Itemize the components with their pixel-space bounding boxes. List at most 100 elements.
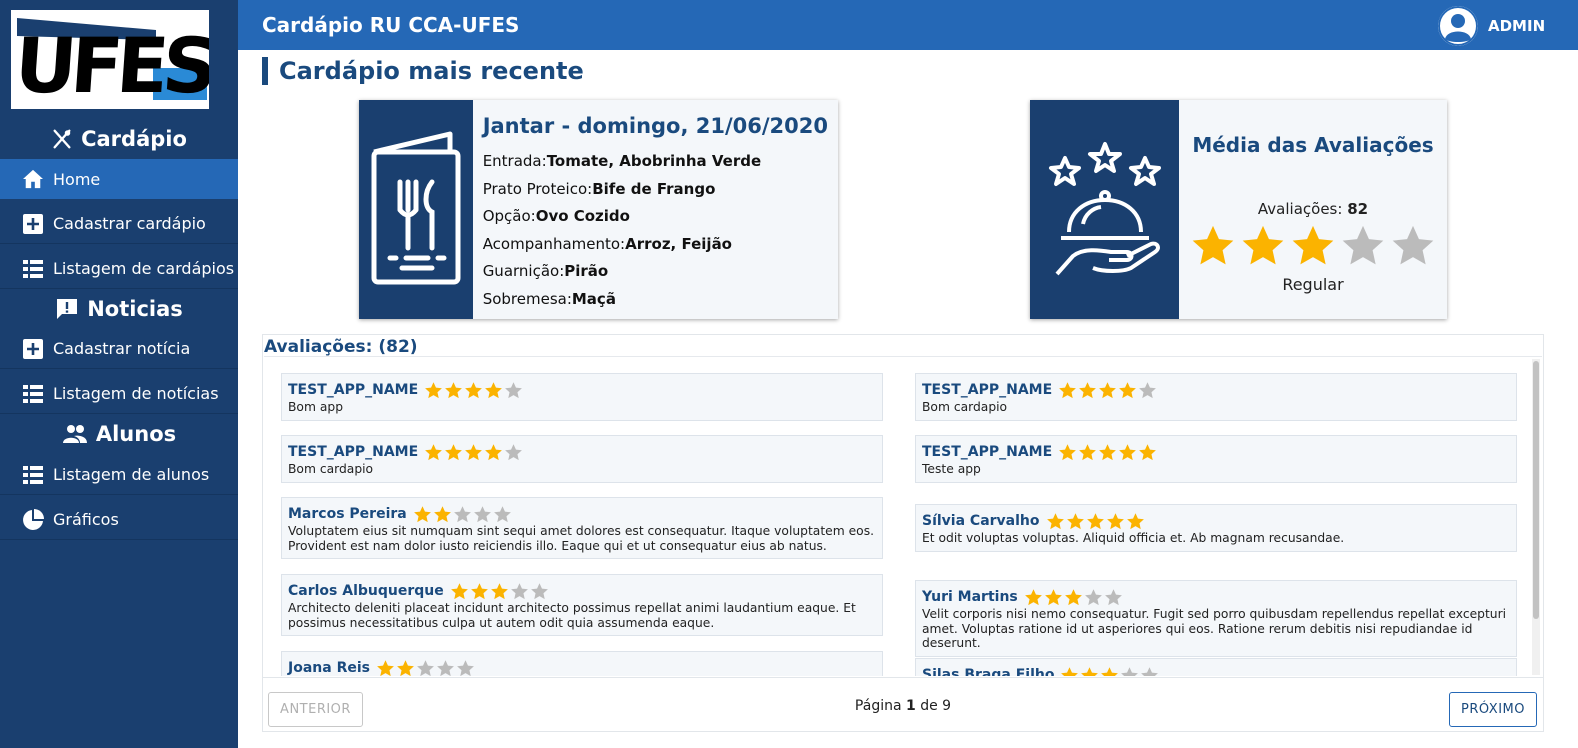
message-alert-icon xyxy=(57,299,78,319)
star-empty-icon xyxy=(417,659,434,676)
star-filled-icon xyxy=(1139,443,1157,460)
section-title: Cardápio xyxy=(81,127,187,151)
star-filled-icon xyxy=(1061,666,1079,676)
menu-line-opcao: Opção:Ovo Cozido xyxy=(483,203,828,231)
menu-info: Jantar - domingo, 21/06/2020 Entrada:Tom… xyxy=(473,100,838,319)
menu-line-entrada: Entrada:Tomate, Abobrinha Verde xyxy=(483,148,828,176)
sidebar-item-cadastrar-noticia[interactable]: Cadastrar notícia xyxy=(0,329,238,369)
review-author: Joana Reis xyxy=(288,660,370,676)
section-alunos: Alunos xyxy=(0,422,238,446)
topbar: Cardápio RU CCA-UFES ADMIN xyxy=(238,0,1578,50)
section-cardapio: Cardápio xyxy=(0,127,238,151)
star-filled-icon xyxy=(485,381,503,398)
star-filled-icon xyxy=(445,443,463,460)
star-filled-icon xyxy=(1242,225,1284,265)
star-filled-icon xyxy=(1064,588,1082,605)
star-filled-icon xyxy=(1126,512,1144,529)
review-card: TEST_APP_NAME Bom cardapio xyxy=(281,435,883,483)
served-dish-stars-icon xyxy=(1048,141,1161,275)
star-filled-icon xyxy=(1059,381,1077,398)
sidebar-item-listagem-alunos[interactable]: Listagem de alunos xyxy=(0,455,238,495)
star-empty-icon xyxy=(1392,225,1434,265)
star-filled-icon xyxy=(1046,512,1064,529)
review-card: TEST_APP_NAME Teste app xyxy=(915,435,1517,483)
total-pages: 9 xyxy=(942,698,952,714)
review-comment: Bom app xyxy=(288,400,343,414)
sidebar-item-graficos[interactable]: Gráficos xyxy=(0,500,238,540)
sidebar-item-cadastrar-cardapio[interactable]: Cadastrar cardápio xyxy=(0,204,238,244)
review-card: Sílvia Carvalho Et odit voluptas voluptas… xyxy=(915,504,1517,552)
rating-count: Avaliações: 82 xyxy=(1179,200,1447,218)
reviews-list[interactable]: TEST_APP_NAME Bom app TEST_APP_NAME Bom car… xyxy=(264,356,1542,676)
menu-label: Sobremesa: xyxy=(482,289,572,308)
star-filled-icon xyxy=(397,659,414,676)
star-filled-icon xyxy=(425,443,443,460)
star-empty-icon xyxy=(505,443,523,460)
star-filled-icon xyxy=(1079,381,1097,398)
star-empty-icon xyxy=(437,659,454,676)
star-empty-icon xyxy=(510,582,528,599)
reviews-scrollbar[interactable] xyxy=(1532,359,1540,675)
review-author: Carlos Albuquerque xyxy=(288,583,444,599)
user-name[interactable]: ADMIN xyxy=(1488,17,1545,35)
star-filled-icon xyxy=(450,582,468,599)
review-card: Carlos Albuquerque Architecto deleniti pl… xyxy=(281,574,883,636)
menu-line-sobremesa: Sobremesa:Maçã xyxy=(483,286,828,314)
ufes-logo[interactable]: UFES xyxy=(11,10,209,109)
review-stars xyxy=(1058,381,1157,400)
review-stars xyxy=(1060,666,1159,676)
review-author: TEST_APP_NAME xyxy=(288,382,419,398)
review-stars xyxy=(1058,443,1157,462)
star-filled-icon xyxy=(1024,588,1042,605)
star-empty-icon xyxy=(1342,225,1384,265)
logo-icon: UFES xyxy=(11,10,209,109)
menu-label: Entrada: xyxy=(482,152,547,170)
menu-label: Prato Proteico: xyxy=(482,179,593,198)
review-header: Yuri Martins xyxy=(922,587,1510,607)
rating-count-label: Avaliações: xyxy=(1257,200,1343,218)
sidebar-item-home[interactable]: Home xyxy=(0,159,238,199)
svg-text:UFES: UFES xyxy=(12,21,209,109)
list-icon xyxy=(22,258,44,280)
star-empty-icon xyxy=(1139,381,1157,398)
utensils-icon xyxy=(53,129,71,149)
review-stars xyxy=(1046,512,1145,531)
rating-info: Média das Avaliações Avaliações: 82 Regu… xyxy=(1179,100,1447,319)
menu-value: Arroz, Feijão xyxy=(625,234,732,253)
review-stars xyxy=(424,443,523,462)
review-header: TEST_APP_NAME xyxy=(922,442,1510,462)
menu-label: Guarnição: xyxy=(482,262,565,280)
review-header: TEST_APP_NAME xyxy=(922,380,1510,400)
sidebar-item-label: Listagem de cardápios xyxy=(53,259,235,278)
star-empty-icon xyxy=(505,381,523,398)
rating-title: Média das Avaliações xyxy=(1192,133,1434,157)
next-page-button[interactable]: PRÓXIMO xyxy=(1449,692,1537,727)
sidebar-item-listagem-noticias[interactable]: Listagem de notícias xyxy=(0,374,238,414)
sidebar: UFES Cardápio Home Cadastrar cardápio Li… xyxy=(0,0,238,748)
review-header: TEST_APP_NAME xyxy=(288,442,876,462)
review-header: Silas Braga Filho xyxy=(922,665,1510,676)
review-stars xyxy=(376,659,475,677)
review-header: Carlos Albuquerque xyxy=(288,581,876,601)
sidebar-item-listagem-cardapios[interactable]: Listagem de cardápios xyxy=(0,249,238,289)
list-icon xyxy=(22,464,44,486)
menu-value: Maçã xyxy=(571,289,616,308)
star-filled-icon xyxy=(1192,225,1234,265)
menu-label: Opção: xyxy=(482,207,536,225)
people-icon xyxy=(62,425,87,443)
user-avatar-icon[interactable] xyxy=(1438,6,1478,46)
review-author: TEST_APP_NAME xyxy=(922,444,1053,460)
star-empty-icon xyxy=(457,659,474,676)
review-comment: Voluptatem eius sit numquam sint sequi a… xyxy=(288,524,875,553)
menu-value: Ovo Cozido xyxy=(535,207,630,225)
scrollbar-thumb[interactable] xyxy=(1533,361,1539,619)
star-filled-icon xyxy=(1081,666,1099,676)
menu-line-prato-proteico: Prato Proteico:Bife de Frango xyxy=(483,176,828,204)
menu-line-acompanhamento: Acompanhamento:Arroz, Feijão xyxy=(483,231,828,259)
review-card: Yuri Martins Velit corporis nisi nemo con… xyxy=(915,580,1517,657)
star-filled-icon xyxy=(1119,381,1137,398)
app-title: Cardápio RU CCA-UFES xyxy=(262,13,520,37)
review-comment: Architecto deleniti placeat incidunt arc… xyxy=(288,601,856,630)
star-empty-icon xyxy=(453,505,471,522)
pagination-bar: ANTERIOR Página 1 de 9 PRÓXIMO xyxy=(263,677,1543,733)
